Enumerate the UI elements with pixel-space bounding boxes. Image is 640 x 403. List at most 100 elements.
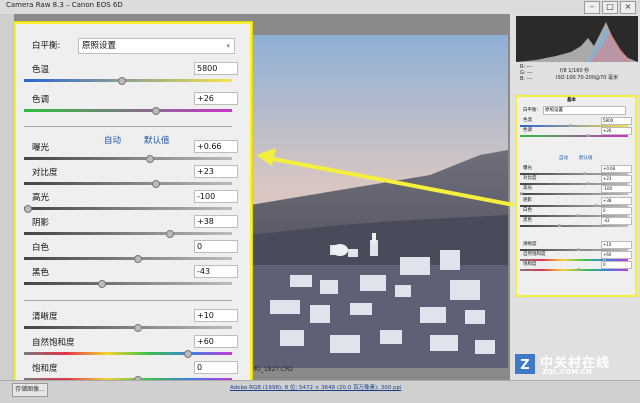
small-slider-value[interactable]: -43 (601, 217, 632, 225)
slider-thumb[interactable] (166, 230, 174, 238)
slider-thumb[interactable] (134, 324, 142, 332)
slider-value-input[interactable]: +0.66 (194, 140, 238, 153)
slider-value-input[interactable]: +10 (194, 309, 238, 322)
svg-text:Z: Z (520, 358, 529, 373)
zol-logo-icon: Z (515, 354, 535, 374)
slider-track[interactable] (24, 155, 232, 163)
divider (24, 300, 232, 301)
small-slider-thumb[interactable] (593, 204, 597, 207)
small-slider-label: 饱和度 (523, 262, 537, 267)
slider-track[interactable] (24, 180, 232, 188)
small-slider-value[interactable]: +10 (601, 241, 632, 249)
slider-track[interactable] (24, 255, 232, 263)
small-slider-label: 曝光 (523, 166, 532, 171)
divider (24, 126, 232, 127)
slider-track[interactable] (24, 77, 232, 85)
small-slider-thumb[interactable] (577, 248, 581, 251)
slider-label: 黑色 (32, 268, 50, 278)
small-slider-value[interactable]: +0.66 (601, 165, 632, 173)
histogram (516, 16, 638, 62)
window-controls: – □ × (584, 1, 636, 14)
small-slider-track[interactable] (520, 224, 628, 227)
slider-value-input[interactable]: 5800 (194, 62, 238, 75)
small-slider-label: 高光 (523, 186, 532, 191)
slider-label: 色调 (32, 95, 50, 105)
save-image-button[interactable]: 存储图像... (12, 383, 48, 397)
workflow-options-link[interactable]: Adobe RGB (1998); 8 位; 5472 × 3648 (20.0… (230, 383, 401, 391)
small-slider-thumb[interactable] (583, 172, 587, 175)
slider-value-input[interactable]: +60 (194, 335, 238, 348)
small-slider-thumb[interactable] (520, 192, 523, 195)
small-slider-value[interactable]: 0 (601, 207, 632, 215)
camera-info: R: --- G: --- B: --- f/8 1/160 秒 ISO 100… (516, 64, 638, 90)
slider-thumb[interactable] (146, 155, 154, 163)
slider-value-input[interactable]: 0 (194, 240, 238, 253)
slider-value-input[interactable]: -43 (194, 265, 238, 278)
slider-thumb[interactable] (152, 107, 160, 115)
small-slider-thumb[interactable] (568, 124, 572, 127)
small-slider-label: 阴影 (523, 198, 532, 203)
zol-watermark: Z 中关村在线 ZOL.COM.CN (512, 352, 638, 378)
small-slider-thumb[interactable] (586, 182, 590, 185)
slider-thumb[interactable] (152, 180, 160, 188)
close-button[interactable]: × (620, 1, 636, 14)
basic-panel-header: 基本 (567, 98, 576, 103)
slider-track[interactable] (24, 324, 232, 332)
small-slider-value[interactable]: +26 (601, 127, 632, 135)
small-slider-thumb[interactable] (558, 224, 562, 227)
small-slider-thumb[interactable] (577, 268, 581, 271)
wb-value: 原照设置 (82, 41, 117, 51)
slider-track[interactable] (24, 350, 232, 358)
auto-link[interactable]: 自动 (104, 134, 121, 146)
maximize-button[interactable]: □ (602, 1, 618, 14)
small-slider-label: 黑色 (523, 218, 532, 223)
small-slider-thumb[interactable] (586, 134, 590, 137)
basic-panel-small: 基本 白平衡: 原照设置 色温 5800 色调 +26 曝光 +0.66 对比度 +23 高光 -… (515, 95, 637, 297)
slider-track[interactable] (24, 280, 232, 288)
small-slider-value[interactable]: 0 (601, 261, 632, 269)
small-slider-value[interactable]: 5800 (601, 117, 632, 125)
slider-value-input[interactable]: +23 (194, 165, 238, 178)
iso-info: ISO 100 70-200@70 毫米 (556, 75, 618, 81)
slider-value-input[interactable]: +26 (194, 92, 238, 105)
small-slider-label: 自然饱和度 (523, 252, 546, 257)
slider-thumb[interactable] (118, 77, 126, 85)
slider-value-input[interactable]: -100 (194, 190, 238, 203)
slider-thumb[interactable] (98, 280, 106, 288)
slider-thumb[interactable] (184, 350, 192, 358)
slider-label: 对比度 (32, 168, 58, 178)
small-slider-label: 色调 (523, 128, 532, 133)
slider-label: 阴影 (32, 218, 50, 228)
preview-photo[interactable] (250, 35, 508, 368)
small-slider-value[interactable]: +23 (601, 175, 632, 183)
slider-track[interactable] (24, 205, 232, 213)
slider-value-input[interactable]: +38 (194, 215, 238, 228)
file-name: _MG_1827.CR2 (248, 366, 294, 373)
small-slider-value[interactable]: +38 (601, 197, 632, 205)
auto-link-small[interactable]: 自动 (559, 155, 568, 161)
slider-thumb[interactable] (24, 205, 32, 213)
slider-label: 自然饱和度 (32, 338, 75, 348)
default-link[interactable]: 默认值 (144, 134, 170, 146)
slider-label: 色温 (32, 65, 50, 75)
slider-track[interactable] (24, 107, 232, 115)
wb-label-small: 白平衡: (523, 108, 539, 113)
watermark-url: ZOL.COM.CN (542, 368, 592, 376)
default-link-small[interactable]: 默认值 (579, 155, 593, 161)
wb-select[interactable]: 原照设置 ▾ (78, 38, 235, 54)
wb-select-small[interactable]: 原照设置 (543, 106, 626, 115)
small-slider-track[interactable] (520, 268, 628, 271)
slider-track[interactable] (24, 230, 232, 238)
minimize-button[interactable]: – (584, 1, 600, 14)
chevron-down-icon: ▾ (226, 42, 230, 50)
small-slider-value[interactable]: -100 (601, 185, 632, 193)
small-slider-thumb[interactable] (577, 214, 581, 217)
tool-strip (0, 14, 14, 380)
slider-thumb[interactable] (134, 255, 142, 263)
basic-panel-zoomed: 白平衡: 原照设置 ▾ 自动 默认值 色温 5800 色调 +26 曝光 +0.66 对比度… (14, 22, 252, 384)
small-slider-track[interactable] (520, 134, 628, 137)
small-slider-track[interactable] (520, 192, 628, 195)
wb-label: 白平衡: (32, 41, 61, 51)
title-bar: Camera Raw 8.3 – Canon EOS 6D – □ × (0, 0, 640, 15)
slider-value-input[interactable]: 0 (194, 361, 238, 374)
